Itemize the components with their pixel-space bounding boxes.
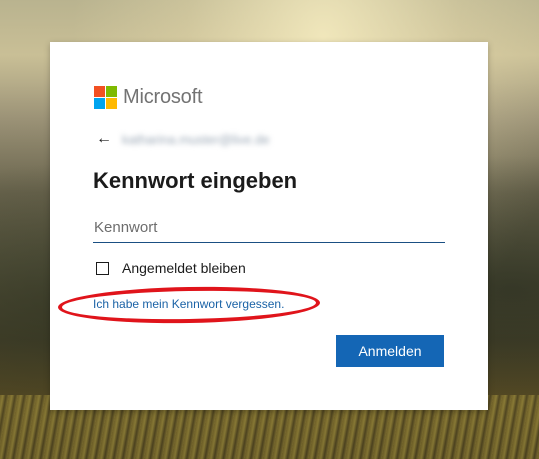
- stay-signed-in-option[interactable]: Angemeldet bleiben: [96, 260, 246, 276]
- logo-square-yellow: [106, 98, 117, 109]
- logo-square-green: [106, 86, 117, 97]
- microsoft-logo-icon: [94, 86, 117, 109]
- password-input[interactable]: [93, 212, 445, 243]
- stay-signed-in-checkbox[interactable]: [96, 261, 109, 275]
- stay-signed-in-label: Angemeldet bleiben: [122, 260, 246, 276]
- account-identity-row: ← katharina.muster@live.de: [96, 130, 270, 148]
- logo-square-blue: [94, 98, 105, 109]
- signin-button[interactable]: Anmelden: [336, 335, 444, 367]
- account-email: katharina.muster@live.de: [122, 131, 270, 147]
- brand-name: Microsoft: [123, 86, 203, 108]
- signin-card: Microsoft ← katharina.muster@live.de Ken…: [50, 42, 488, 410]
- logo-square-red: [94, 86, 105, 97]
- microsoft-logo: Microsoft: [94, 86, 203, 109]
- arrow-left-icon[interactable]: ←: [96, 130, 112, 148]
- red-annotation-ellipse: [57, 284, 321, 326]
- page-title: Kennwort eingeben: [93, 168, 298, 193]
